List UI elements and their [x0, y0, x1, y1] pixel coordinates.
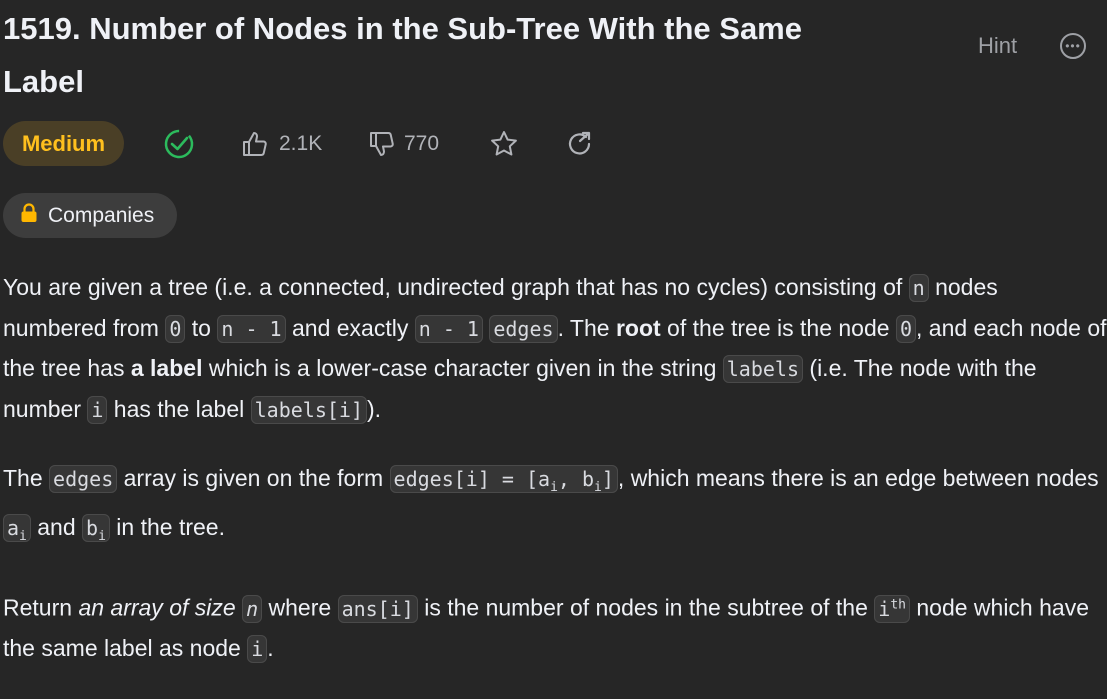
- subscript: i: [594, 480, 602, 495]
- text: The: [3, 465, 50, 491]
- text: and exactly: [285, 314, 415, 341]
- inline-code: n: [242, 594, 263, 623]
- text: array is given on the form: [117, 465, 390, 491]
- problem-title: 1519. Number of Nodes in the Sub-Tree Wi…: [3, 11, 802, 99]
- dislike-count: 770: [404, 131, 440, 155]
- like-count: 2.1K: [279, 131, 323, 155]
- inline-code: n - 1: [217, 314, 286, 343]
- text: is the number of nodes in the subtree of…: [417, 594, 875, 621]
- bold-text: root: [615, 314, 661, 341]
- text: . The: [557, 314, 616, 341]
- text: in the tree.: [109, 513, 225, 540]
- companies-label: Companies: [48, 203, 155, 227]
- text: and: [30, 513, 83, 540]
- companies-button[interactable]: Companies: [3, 193, 177, 238]
- share-icon[interactable]: [565, 121, 595, 166]
- code-part: b: [86, 515, 99, 540]
- dislike-button[interactable]: 770: [368, 121, 439, 166]
- more-options-icon[interactable]: •••: [1060, 33, 1086, 59]
- description-paragraph-1: You are given a tree (i.e. a connected, …: [3, 268, 1107, 430]
- italic-text: an array of size: [78, 594, 236, 621]
- text: of the tree is the node: [660, 314, 896, 341]
- text: Return: [3, 594, 79, 621]
- solved-check-icon: [163, 121, 195, 166]
- text: ).: [367, 395, 382, 422]
- code-part: ]: [601, 467, 614, 491]
- inline-code: i: [87, 395, 108, 424]
- inline-code: labels: [722, 355, 804, 383]
- superscript: th: [890, 597, 906, 612]
- subscript: i: [19, 528, 27, 544]
- inline-code: ith: [874, 594, 910, 623]
- text: which is a lower-case character given in…: [202, 355, 723, 381]
- description-paragraph-3: Return an array of size n where ans[i] i…: [3, 585, 1107, 670]
- code-part: n: [246, 596, 259, 621]
- inline-code: edges: [49, 465, 118, 493]
- description-paragraph-2: The edges array is given on the form edg…: [3, 459, 1107, 556]
- thumbs-up-icon: [241, 130, 269, 158]
- lock-icon: [20, 202, 38, 229]
- text: .: [267, 635, 274, 662]
- problem-badges: Medium 2.1K 770: [3, 121, 903, 166]
- difficulty-badge: Medium: [3, 121, 124, 166]
- inline-code: labels[i]: [250, 395, 368, 424]
- inline-code: ans[i]: [337, 594, 418, 623]
- inline-code: edges[i] = [ai, bi]: [389, 465, 618, 495]
- text: You are given a tree (i.e. a connected, …: [3, 274, 909, 300]
- code-part: edges[i] = [a: [393, 467, 551, 491]
- like-button[interactable]: 2.1K: [241, 121, 322, 166]
- inline-code: ai: [3, 513, 31, 544]
- inline-code: bi: [82, 513, 110, 544]
- inline-code: n: [908, 274, 929, 302]
- subscript: i: [550, 480, 558, 495]
- code-part: a: [7, 515, 20, 540]
- problem-description: You are given a tree (i.e. a connected, …: [3, 268, 1107, 699]
- text: where: [262, 594, 338, 621]
- inline-code: 0: [165, 314, 186, 343]
- code-part: i: [878, 596, 891, 621]
- text: has the label: [107, 395, 251, 422]
- subscript: i: [98, 528, 106, 544]
- inline-code: i: [247, 635, 268, 664]
- code-part: , b: [557, 467, 595, 491]
- hint-button[interactable]: Hint: [978, 33, 1017, 59]
- text: to: [185, 314, 218, 341]
- inline-code: 0: [895, 314, 916, 343]
- text: , which means there is an edge between n…: [617, 465, 1099, 491]
- favorite-star-icon[interactable]: [489, 121, 519, 166]
- inline-code: n - 1: [414, 314, 483, 343]
- bold-text: a label: [130, 355, 203, 381]
- thumbs-down-icon: [368, 130, 396, 158]
- inline-code: edges: [489, 314, 558, 343]
